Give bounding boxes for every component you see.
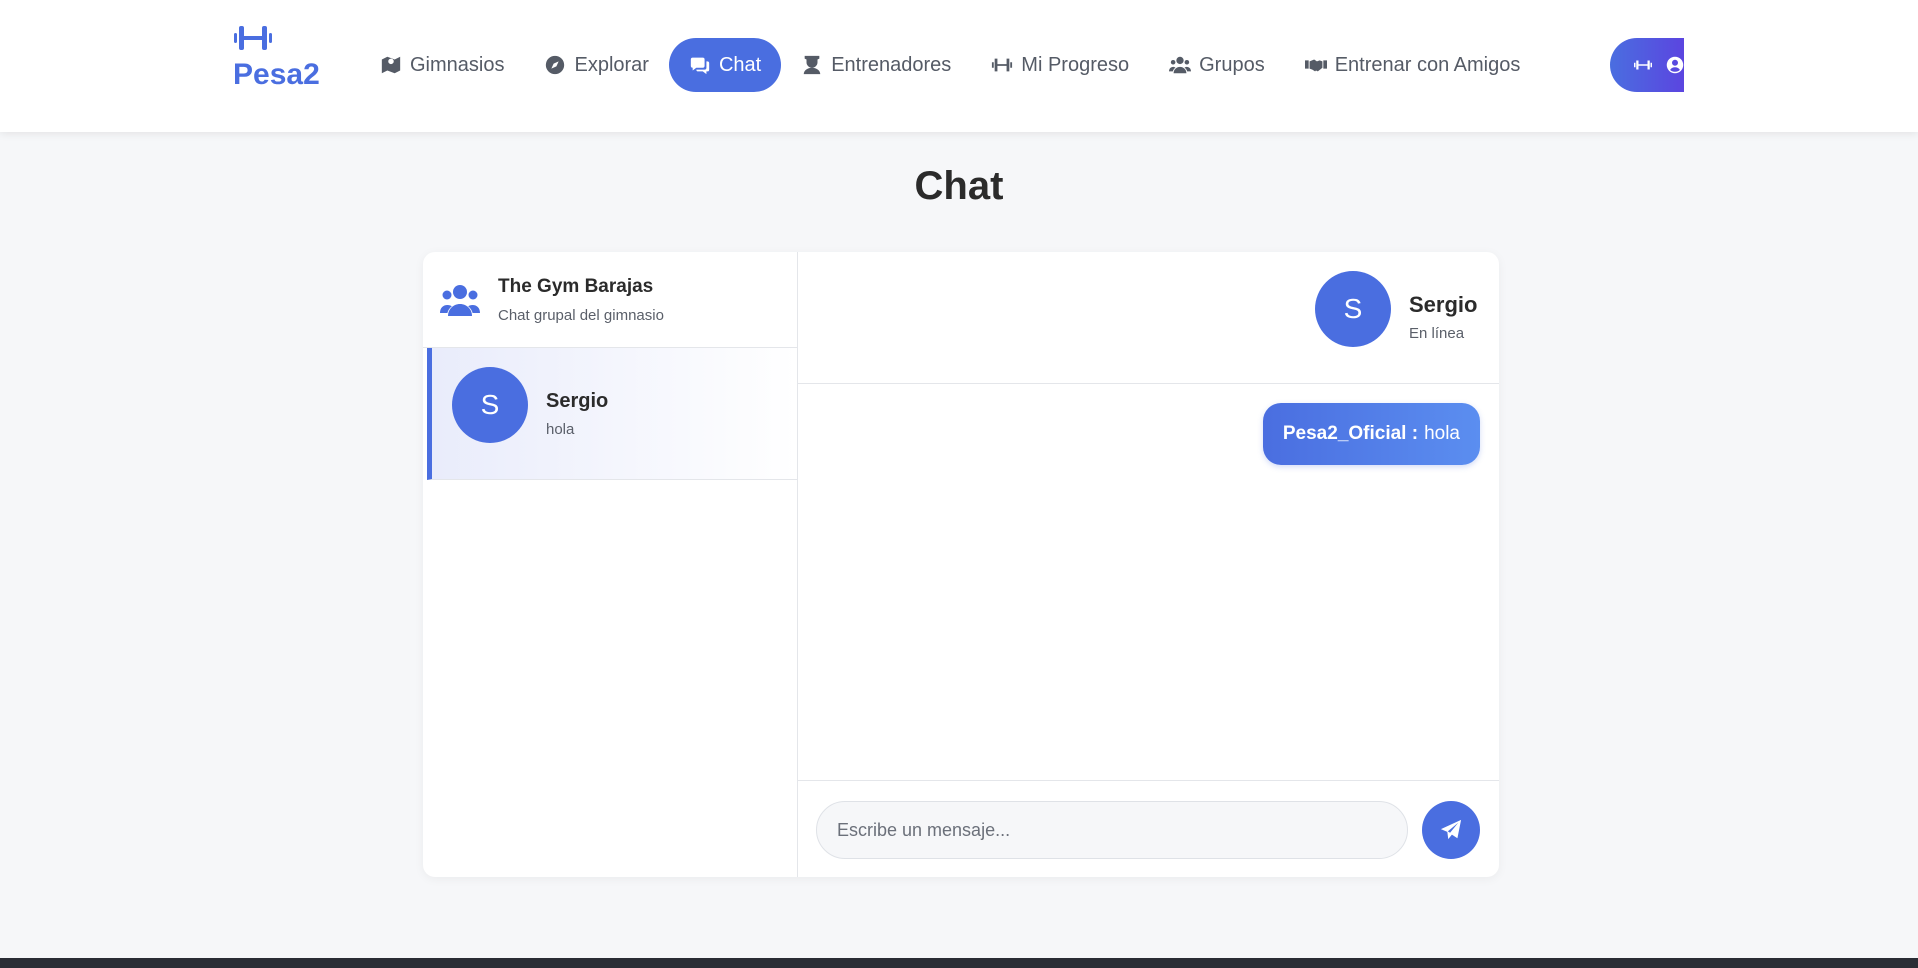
nav-item-chat[interactable]: Chat [668, 38, 782, 92]
dumbbell-icon [992, 58, 1013, 72]
group-chat-subtitle: Chat grupal del gimnasio [498, 307, 664, 324]
contact-name: Sergio [546, 390, 609, 412]
conversation-status: En línea [1409, 325, 1465, 342]
page-title: Chat [914, 164, 1004, 208]
main-nav: Gimnasios Explorar Chat Entrenadores Mi … [360, 38, 1540, 92]
chat-panel: The Gym Barajas Chat grupal del gimnasio… [423, 252, 1499, 877]
page-footer [0, 958, 1918, 968]
nav-item-entrenar-con-amigos[interactable]: Entrenar con Amigos [1285, 38, 1541, 92]
contact-item-sergio[interactable]: S Sergio hola [427, 348, 797, 480]
conversation-panel: S Sergio En línea Pesa2_Oficial : hola [798, 252, 1499, 877]
nav-item-mi-progreso[interactable]: Mi Progreso [971, 38, 1149, 92]
nav-item-gimnasios[interactable]: Gimnasios [360, 38, 524, 92]
conversation-contact-name: Sergio [1409, 292, 1478, 317]
nav-label: Grupos [1199, 53, 1265, 76]
nav-label: Entrenadores [831, 53, 952, 76]
conversation-header: S Sergio En línea [798, 252, 1499, 384]
trainer-icon [803, 55, 821, 75]
nav-label: Chat [718, 53, 762, 76]
nav-item-grupos[interactable]: Grupos [1149, 38, 1285, 92]
user-menu-button[interactable] [1610, 38, 1684, 92]
message-composer [798, 780, 1499, 877]
brand-logo[interactable]: Pesa2 [233, 22, 323, 92]
map-icon [381, 56, 401, 74]
users-icon [440, 285, 480, 316]
dumbbell-icon [1634, 60, 1652, 70]
nav-label: Mi Progreso [1021, 53, 1130, 76]
avatar: S [452, 367, 528, 443]
users-icon [1169, 56, 1192, 74]
brand-name: Pesa2 [233, 58, 320, 91]
nav-item-explorar[interactable]: Explorar [524, 38, 668, 92]
message-sender: Pesa2_Oficial : [1282, 423, 1419, 444]
nav-label: Gimnasios [410, 53, 505, 76]
comments-icon [690, 57, 710, 75]
nav-label: Explorar [574, 53, 649, 76]
paper-plane-icon [1440, 819, 1462, 840]
message-input[interactable] [816, 801, 1408, 859]
avatar: S [1315, 271, 1391, 347]
nav-label: Entrenar con Amigos [1334, 53, 1521, 76]
group-chat-item[interactable]: The Gym Barajas Chat grupal del gimnasio [423, 252, 797, 348]
group-chat-title: The Gym Barajas [498, 276, 654, 297]
message-list: Pesa2_Oficial : hola [798, 385, 1499, 774]
nav-item-entrenadores[interactable]: Entrenadores [781, 38, 971, 92]
message-text: hola [1424, 423, 1460, 444]
dumbbell-icon [234, 26, 272, 50]
handshake-icon [1304, 59, 1327, 72]
message-bubble-outgoing: Pesa2_Oficial : hola [1262, 403, 1480, 465]
top-navbar: Pesa2 Gimnasios Explorar Chat Entrenador… [0, 0, 1918, 132]
contact-last-message: hola [546, 421, 575, 438]
chat-sidebar: The Gym Barajas Chat grupal del gimnasio… [423, 252, 798, 877]
send-button[interactable] [1422, 801, 1480, 859]
compass-icon [546, 55, 565, 75]
user-circle-icon [1666, 56, 1684, 74]
